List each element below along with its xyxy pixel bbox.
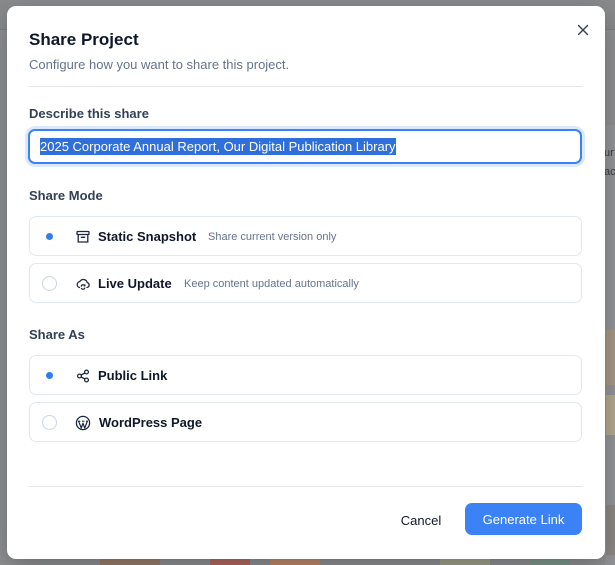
close-icon (577, 24, 589, 36)
public-link-radio[interactable] (42, 368, 57, 383)
background-thumbnail (606, 395, 615, 435)
background-thumbnail (530, 559, 570, 565)
share-as-option-public-link[interactable]: Public Link (29, 355, 582, 395)
background-thumbnail (606, 505, 615, 555)
live-update-radio[interactable] (42, 276, 57, 291)
background-thumbnail (210, 559, 250, 565)
public-link-label: Public Link (98, 368, 168, 383)
generate-link-button[interactable]: Generate Link (465, 503, 582, 535)
static-snapshot-label: Static Snapshot (98, 229, 197, 244)
static-snapshot-description: Share current version only (208, 231, 337, 243)
wordpress-page-radio[interactable] (42, 415, 57, 430)
background-text: ur (604, 147, 614, 159)
header-divider (29, 86, 583, 87)
dialog-title: Share Project (29, 30, 139, 49)
background-text: ac (604, 166, 615, 178)
dialog-subtitle: Configure how you want to share this pro… (29, 57, 290, 72)
wordpress-icon (75, 415, 91, 431)
close-button[interactable] (575, 22, 591, 38)
background-thumbnail (440, 559, 490, 565)
wordpress-page-label: WordPress Page (99, 415, 203, 430)
share-nodes-icon (75, 368, 91, 384)
share-mode-option-live-update[interactable]: Live Update Keep content updated automat… (29, 263, 582, 303)
describe-share-label: Describe this share (29, 106, 149, 121)
share-as-label: Share As (29, 327, 85, 342)
share-as-option-wordpress-page[interactable]: WordPress Page (29, 402, 582, 442)
archive-box-icon (75, 229, 91, 245)
describe-share-value: 2025 Corporate Annual Report, Our Digita… (40, 138, 396, 155)
live-update-label: Live Update (98, 276, 172, 291)
describe-share-input[interactable]: 2025 Corporate Annual Report, Our Digita… (28, 129, 582, 164)
share-project-dialog: Share Project Configure how you want to … (7, 6, 605, 559)
background-thumbnail (100, 559, 160, 565)
background-thumbnail (606, 330, 615, 385)
cancel-button[interactable]: Cancel (391, 504, 451, 536)
live-update-description: Keep content updated automatically (184, 278, 359, 290)
share-mode-label: Share Mode (29, 188, 103, 203)
background-thumbnail (270, 559, 320, 565)
footer-divider (29, 486, 583, 487)
refresh-cloud-icon (75, 276, 91, 292)
share-mode-option-static-snapshot[interactable]: Static Snapshot Share current version on… (29, 216, 582, 256)
static-snapshot-radio[interactable] (42, 229, 57, 244)
